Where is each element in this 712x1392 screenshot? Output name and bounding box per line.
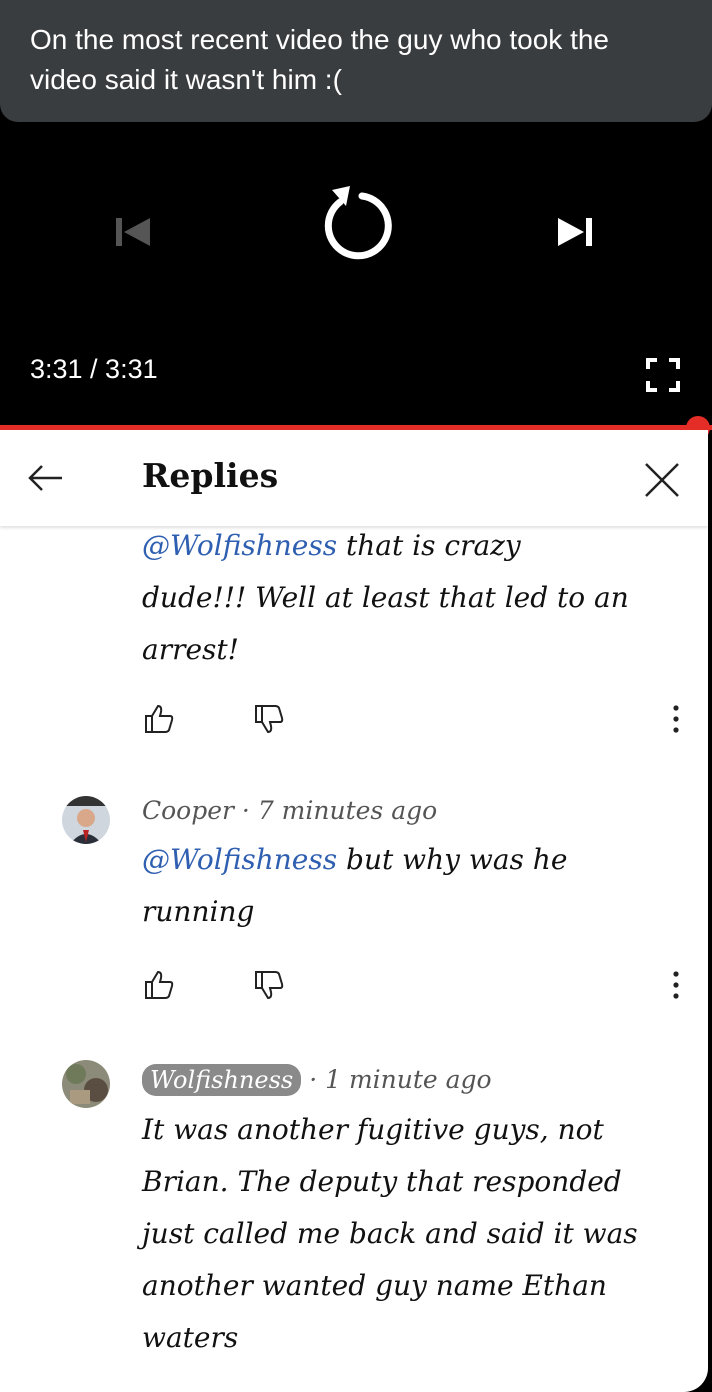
previous-button[interactable] — [112, 212, 156, 252]
thumbs-up-icon — [145, 704, 174, 733]
like-button[interactable] — [142, 968, 176, 1002]
close-button[interactable] — [640, 458, 684, 502]
video-player[interactable]: 3:31 / 3:31 — [0, 122, 712, 440]
fullscreen-button[interactable] — [646, 358, 680, 392]
creator-badge[interactable]: Wolfishness — [142, 1064, 302, 1096]
avatar-icon — [62, 796, 110, 844]
comment-age: · 1 minute ago — [301, 1065, 492, 1094]
comment-text: It was another fugitive guys, not Brian.… — [142, 1113, 638, 1354]
replies-header: Replies — [0, 430, 708, 526]
arrow-left-icon — [28, 465, 62, 491]
comment-meta: Cooper · 7 minutes ago — [142, 796, 437, 825]
replies-panel: Replies @Wolfishness that is crazy dude!… — [0, 430, 708, 1392]
panel-title: Replies — [142, 456, 279, 495]
more-options-button[interactable] — [664, 702, 688, 736]
fullscreen-icon — [646, 358, 680, 392]
replay-icon — [324, 186, 392, 260]
avatar-icon — [62, 1060, 110, 1108]
thumbs-down-icon — [255, 705, 284, 734]
skip-next-icon — [558, 218, 592, 246]
avatar[interactable] — [62, 796, 110, 844]
skip-previous-icon — [116, 218, 150, 246]
mention-link[interactable]: @Wolfishness — [142, 843, 337, 876]
more-vertical-icon — [673, 971, 679, 999]
comment-text: @Wolfishness that is crazy dude!!! Well … — [142, 529, 629, 666]
mention-link[interactable]: @Wolfishness — [142, 529, 337, 562]
comment-author[interactable]: Cooper — [142, 796, 234, 825]
close-icon — [645, 463, 679, 497]
time-display: 3:31 / 3:31 — [30, 354, 158, 384]
back-button[interactable] — [26, 458, 66, 498]
more-options-button[interactable] — [664, 968, 688, 1002]
dislike-button[interactable] — [252, 702, 286, 736]
dislike-button[interactable] — [252, 968, 286, 1002]
more-vertical-icon — [673, 705, 679, 733]
thumbs-up-icon — [145, 970, 174, 999]
avatar[interactable] — [62, 1060, 110, 1108]
like-button[interactable] — [142, 702, 176, 736]
replay-button[interactable] — [310, 180, 396, 266]
thumbs-down-icon — [255, 971, 284, 1000]
next-button[interactable] — [554, 212, 598, 252]
comment-meta: Wolfishness · 1 minute ago — [142, 1064, 492, 1096]
comment-age: · 7 minutes ago — [233, 796, 438, 825]
tweet-caption: On the most recent video the guy who too… — [0, 0, 712, 122]
comment-text: @Wolfishness but why was he running — [142, 843, 568, 928]
